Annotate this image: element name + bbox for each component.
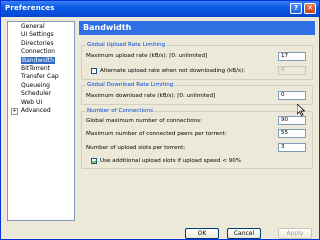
- tree-item-label: Bandwidth: [21, 56, 55, 64]
- global-connections-input[interactable]: 90: [278, 116, 306, 125]
- tree-item-label: General: [21, 23, 45, 30]
- tree-item-label: Connection: [21, 48, 55, 56]
- tree-item-connection[interactable]: Connection: [8, 48, 74, 56]
- additional-slots-checkbox[interactable]: [91, 158, 97, 164]
- tree-item-label: BitTorrent: [21, 64, 50, 72]
- tree-item-advanced[interactable]: + Advanced: [8, 107, 74, 115]
- title-bar[interactable]: Preferences ? ✕: [1, 1, 319, 17]
- additional-slots-label: Use additional upload slots if upload sp…: [100, 158, 242, 164]
- max-upload-input[interactable]: 17: [278, 52, 306, 61]
- upload-slots-label: Number of upload slots per torrent:: [86, 145, 186, 151]
- tree-item-bandwidth[interactable]: Bandwidth: [8, 56, 74, 65]
- expand-icon[interactable]: +: [11, 107, 18, 115]
- tree-item-label: Scheduler: [21, 90, 52, 98]
- cancel-button[interactable]: Cancel: [227, 228, 261, 239]
- alt-upload-label: Alternate upload rate when not downloadi…: [100, 68, 245, 74]
- tree-item-label: Queueing: [21, 81, 50, 89]
- tree-item-label: UI Settings: [21, 31, 54, 39]
- peers-per-torrent-label: Maximum number of connected peers per to…: [86, 131, 227, 137]
- apply-button[interactable]: Apply: [278, 228, 312, 239]
- tree-item-web-ui[interactable]: Web UI: [8, 99, 74, 107]
- group-title: Global Upload Rate Limiting: [86, 42, 167, 48]
- global-connections-label: Global maximum number of connections:: [86, 118, 202, 124]
- tree-item-label: Directories: [21, 39, 54, 47]
- group-title: Global Download Rate Limiting: [86, 82, 175, 88]
- panel-title: Bandwidth: [79, 21, 315, 35]
- tree-item-label: Advanced: [21, 106, 51, 114]
- window-title: Preferences: [5, 4, 55, 12]
- tree-item-label: Web UI: [21, 98, 43, 106]
- tree-item-general[interactable]: General: [8, 23, 74, 31]
- group-title: Number of Connections: [86, 108, 154, 114]
- preferences-window: Preferences ? ✕ General UI Settings Dire…: [0, 0, 320, 240]
- upload-rate-group: Global Upload Rate Limiting Maximum uplo…: [81, 42, 313, 80]
- max-upload-label: Maximum upload rate (kB/s): [0: unlimite…: [86, 53, 208, 59]
- help-button[interactable]: ?: [290, 3, 302, 14]
- tree-item-ui-settings[interactable]: UI Settings: [8, 31, 74, 39]
- close-button[interactable]: ✕: [304, 3, 316, 14]
- tree-item-scheduler[interactable]: Scheduler: [8, 90, 74, 98]
- connections-group: Number of Connections Global maximum num…: [81, 108, 313, 169]
- peers-per-torrent-input[interactable]: 55: [278, 129, 306, 138]
- category-tree[interactable]: General UI Settings Directories Connecti…: [7, 21, 75, 221]
- download-rate-group: Global Download Rate Limiting Maximum do…: [81, 82, 313, 105]
- tree-item-directories[interactable]: Directories: [8, 40, 74, 48]
- tree-item-transfer-cap[interactable]: Transfer Cap: [8, 73, 74, 81]
- alt-upload-input[interactable]: 0: [278, 66, 306, 75]
- ok-button[interactable]: OK: [185, 228, 219, 239]
- max-download-label: Maximum download rate (kB/s): [0: unlimi…: [86, 93, 216, 99]
- tree-item-queueing[interactable]: Queueing: [8, 82, 74, 90]
- upload-slots-input[interactable]: 3: [278, 143, 306, 152]
- mouse-cursor-icon: [297, 104, 305, 116]
- max-download-input[interactable]: 0: [278, 91, 306, 100]
- tree-item-bittorrent[interactable]: BitTorrent: [8, 65, 74, 73]
- tree-item-label: Transfer Cap: [21, 73, 59, 81]
- alt-upload-checkbox[interactable]: [91, 68, 97, 74]
